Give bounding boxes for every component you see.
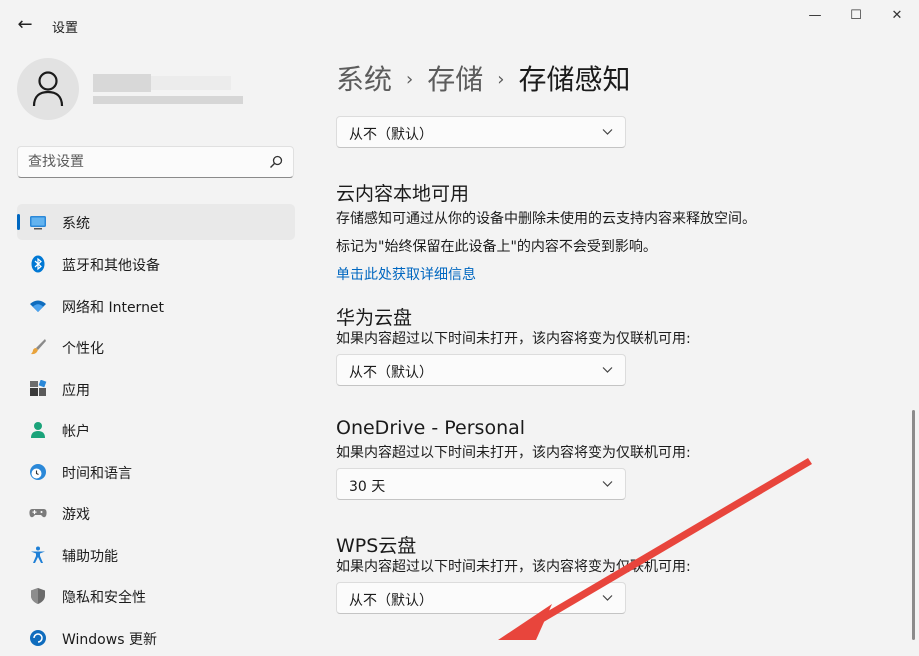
sidebar-item-privacy[interactable]: 隐私和安全性	[17, 578, 295, 614]
page-title: 存储感知	[518, 63, 631, 96]
account-icon	[31, 422, 45, 438]
clock-globe-icon	[30, 464, 46, 480]
provider-title-wps: WPS云盘	[336, 535, 417, 557]
sidebar-item-label: 时间和语言	[62, 466, 132, 482]
search-input[interactable]	[28, 153, 258, 171]
sidebar-item-label: 应用	[62, 383, 90, 399]
maximize-button[interactable]: ☐	[838, 6, 874, 26]
breadcrumb-item-storage[interactable]: 存储	[427, 63, 483, 96]
sidebar-item-label: Windows 更新	[62, 632, 157, 648]
sidebar-item-label: 帐户	[62, 424, 90, 440]
breadcrumb-separator: ›	[406, 69, 414, 90]
sidebar-item-accessibility[interactable]: 辅助功能	[17, 537, 295, 573]
cloud-description: 存储感知可通过从你的设备中删除未使用的云支持内容来释放空间。	[336, 211, 756, 227]
user-icon	[32, 71, 64, 107]
app-title: 设置	[52, 21, 79, 36]
huawei-dropdown[interactable]: 从不（默认）	[336, 354, 626, 386]
sidebar-item-accounts[interactable]: 帐户	[17, 412, 295, 448]
sidebar-item-label: 蓝牙和其他设备	[62, 258, 160, 274]
sidebar-item-personalization[interactable]: 个性化	[17, 329, 295, 365]
dropdown-value: 从不（默认）	[349, 593, 433, 609]
search-icon[interactable]	[269, 155, 283, 169]
accessibility-icon	[31, 546, 45, 563]
sidebar-item-label: 隐私和安全性	[62, 590, 146, 606]
chevron-down-icon	[602, 595, 613, 601]
provider-title-onedrive: OneDrive - Personal	[336, 417, 526, 439]
apps-icon	[30, 380, 47, 396]
dropdown-value: 从不（默认）	[349, 127, 433, 143]
sidebar-item-windows-update[interactable]: Windows 更新	[17, 620, 295, 656]
gamepad-icon	[29, 509, 47, 518]
wps-dropdown[interactable]: 从不（默认）	[336, 582, 626, 614]
sidebar-item-label: 个性化	[62, 341, 104, 357]
sidebar-item-label: 游戏	[62, 507, 90, 523]
learn-more-link[interactable]: 单击此处获取详细信息	[336, 264, 476, 284]
search-box[interactable]	[17, 146, 294, 178]
chevron-down-icon	[602, 129, 613, 135]
sidebar-item-apps[interactable]: 应用	[17, 371, 295, 407]
section-title-cloud: 云内容本地可用	[336, 183, 470, 205]
brush-icon	[31, 339, 46, 355]
avatar[interactable]	[17, 58, 79, 120]
provider-desc: 如果内容超过以下时间未打开，该内容将变为仅联机可用:	[336, 445, 691, 461]
shield-icon	[31, 588, 45, 604]
profile-name-redacted	[93, 74, 231, 92]
provider-desc: 如果内容超过以下时间未打开，该内容将变为仅联机可用:	[336, 559, 691, 575]
frequency-dropdown[interactable]: 从不（默认）	[336, 116, 626, 148]
onedrive-dropdown[interactable]: 30 天	[336, 468, 626, 500]
scrollbar[interactable]	[912, 410, 915, 640]
wifi-icon	[30, 300, 46, 312]
title-bar: ← 设置 — ☐ ✕	[0, 0, 919, 48]
dropdown-value: 从不（默认）	[349, 365, 433, 381]
breadcrumb-separator: ›	[497, 69, 505, 90]
system-icon	[30, 216, 46, 230]
sidebar-item-bluetooth[interactable]: 蓝牙和其他设备	[17, 246, 295, 282]
bluetooth-icon	[31, 255, 45, 273]
close-button[interactable]: ✕	[879, 6, 915, 26]
sidebar-item-label: 系统	[62, 216, 90, 232]
sidebar-item-label: 辅助功能	[62, 549, 118, 565]
sidebar-item-gaming[interactable]: 游戏	[17, 495, 295, 531]
sidebar-item-label: 网络和 Internet	[62, 300, 165, 316]
selection-indicator	[17, 214, 20, 230]
sidebar-item-time-language[interactable]: 时间和语言	[17, 454, 295, 490]
back-arrow-icon[interactable]: ←	[14, 14, 36, 36]
sidebar-item-network[interactable]: 网络和 Internet	[17, 288, 295, 324]
provider-desc: 如果内容超过以下时间未打开，该内容将变为仅联机可用:	[336, 331, 691, 347]
provider-title-huawei: 华为云盘	[336, 307, 413, 329]
profile-email-redacted	[93, 96, 243, 104]
sidebar-item-system[interactable]: 系统	[17, 204, 295, 240]
minimize-button[interactable]: —	[797, 6, 833, 26]
update-icon	[30, 630, 46, 646]
cloud-note: 标记为"始终保留在此设备上"的内容不会受到影响。	[336, 239, 657, 255]
chevron-down-icon	[602, 481, 613, 487]
breadcrumb-item-system[interactable]: 系统	[336, 63, 392, 96]
breadcrumb: 系统 › 存储 › 存储感知	[336, 58, 630, 98]
chevron-down-icon	[602, 367, 613, 373]
dropdown-value: 30 天	[349, 479, 386, 495]
